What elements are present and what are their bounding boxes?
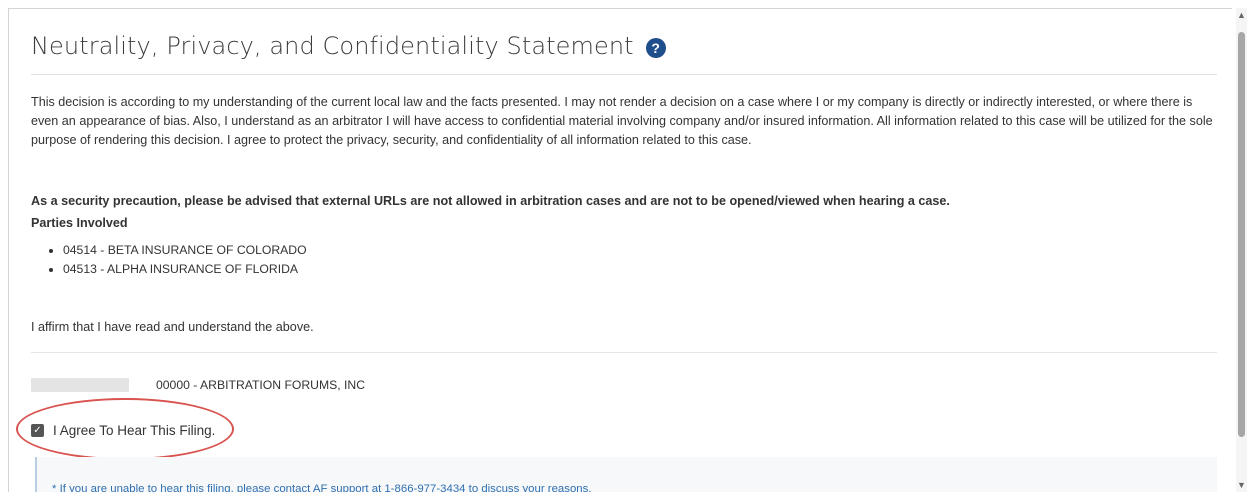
- party-item: 04514 - BETA INSURANCE OF COLORADO: [63, 241, 307, 260]
- redacted-block: [31, 378, 129, 392]
- divider: [31, 352, 1217, 353]
- vertical-scrollbar[interactable]: ▲ ▼: [1236, 8, 1247, 492]
- parties-list: 04514 - BETA INSURANCE OF COLORADO 04513…: [63, 241, 307, 279]
- party-item: 04513 - ALPHA INSURANCE OF FLORIDA: [63, 260, 307, 279]
- parties-heading: Parties Involved: [31, 216, 128, 230]
- statement-panel: Neutrality, Privacy, and Confidentiality…: [8, 8, 1232, 492]
- scroll-up-icon[interactable]: ▲: [1237, 10, 1246, 20]
- question-circle-icon[interactable]: ?: [645, 38, 666, 58]
- scroll-down-icon[interactable]: ▼: [1237, 480, 1246, 490]
- title-row: Neutrality, Privacy, and Confidentiality…: [31, 31, 1217, 75]
- organization-name: 00000 - ARBITRATION FORUMS, INC: [156, 378, 366, 392]
- agree-label[interactable]: I Agree To Hear This Filing.: [53, 423, 215, 438]
- page-title: Neutrality, Privacy, and Confidentiality…: [31, 32, 634, 60]
- statement-paragraph: This decision is according to my underst…: [31, 95, 1213, 147]
- security-warning: As a security precaution, please be advi…: [31, 194, 950, 208]
- agree-row[interactable]: ✓ I Agree To Hear This Filing.: [31, 423, 215, 438]
- scroll-thumb[interactable]: [1238, 32, 1245, 437]
- affirmation-text: I affirm that I have read and understand…: [31, 320, 314, 334]
- support-notice: * If you are unable to hear this filing,…: [35, 457, 1217, 492]
- organization-row: 00000 - ARBITRATION FORUMS, INC: [31, 376, 365, 394]
- support-notice-text: * If you are unable to hear this filing,…: [52, 483, 592, 492]
- agree-checkbox[interactable]: ✓: [31, 424, 44, 437]
